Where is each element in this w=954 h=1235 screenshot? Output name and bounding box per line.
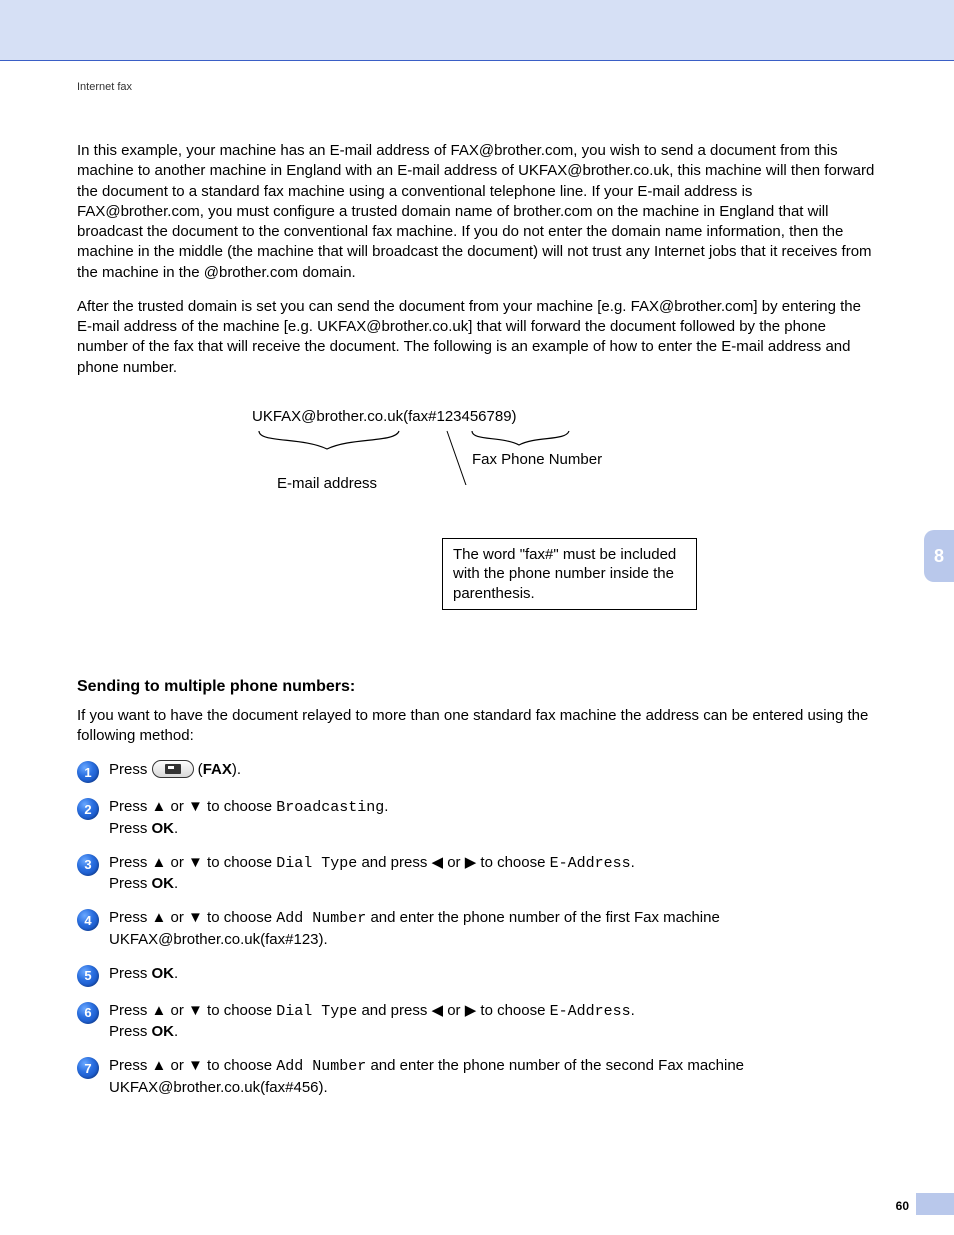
menu-item: E-Address	[550, 1003, 631, 1020]
subsection-intro: If you want to have the document relayed…	[77, 706, 877, 747]
step-body: Press ▲ or ▼ to choose Dial Type and pre…	[109, 1001, 877, 1043]
text: and press ◀ or ▶ to choose	[357, 1002, 549, 1019]
text: Press ▲ or ▼ to choose	[109, 1057, 276, 1074]
menu-item: Broadcasting	[276, 799, 384, 816]
text: ).	[232, 761, 241, 778]
ok-label: OK	[152, 875, 175, 892]
menu-item: Dial Type	[276, 1003, 357, 1020]
text: .	[174, 965, 178, 982]
page-number-tab	[916, 1193, 954, 1215]
step-badge: 4	[77, 909, 99, 931]
step-body: Press ▲ or ▼ to choose Dial Type and pre…	[109, 853, 877, 895]
text: Press	[109, 761, 152, 778]
step-3: 3 Press ▲ or ▼ to choose Dial Type and p…	[77, 853, 877, 895]
text: .	[174, 820, 178, 837]
step-2: 2 Press ▲ or ▼ to choose Broadcasting. P…	[77, 797, 877, 839]
page-content: Internet fax In this example, your machi…	[0, 61, 954, 1098]
diagram-note-box: The word "fax#" must be included with th…	[442, 538, 697, 611]
text: Press ▲ or ▼ to choose	[109, 1002, 276, 1019]
step-6: 6 Press ▲ or ▼ to choose Dial Type and p…	[77, 1001, 877, 1043]
text: Press ▲ or ▼ to choose	[109, 798, 276, 815]
text: .	[631, 1002, 635, 1019]
step-1: 1 Press (FAX).	[77, 760, 877, 783]
text: Press ▲ or ▼ to choose	[109, 854, 276, 871]
text: and press ◀ or ▶ to choose	[357, 854, 549, 871]
menu-item: Add Number	[276, 1058, 366, 1075]
text: .	[384, 798, 388, 815]
fax-button-icon	[152, 760, 194, 778]
text: Press	[109, 820, 152, 837]
header-band	[0, 0, 954, 60]
steps-list: 1 Press (FAX). 2 Press ▲ or ▼ to choose …	[77, 760, 877, 1098]
step-body: Press OK.	[109, 964, 877, 984]
diagram-label-email: E-mail address	[277, 475, 377, 492]
diagram-label-faxnum: Fax Phone Number	[472, 451, 602, 468]
paragraph-2: After the trusted domain is set you can …	[77, 297, 877, 378]
step-7: 7 Press ▲ or ▼ to choose Add Number and …	[77, 1056, 877, 1098]
step-body: Press ▲ or ▼ to choose Add Number and en…	[109, 908, 877, 950]
diagram-braces	[247, 425, 707, 451]
paragraph-1: In this example, your machine has an E-m…	[77, 141, 877, 283]
page-number: 60	[896, 1199, 909, 1213]
text: Press ▲ or ▼ to choose	[109, 909, 276, 926]
text: .	[174, 1023, 178, 1040]
step-badge: 7	[77, 1057, 99, 1079]
ok-label: OK	[152, 965, 175, 982]
text: .	[631, 854, 635, 871]
step-badge: 2	[77, 798, 99, 820]
text: Press	[109, 965, 152, 982]
section-label: Internet fax	[77, 81, 877, 93]
step-badge: 6	[77, 1002, 99, 1024]
step-body: Press (FAX).	[109, 760, 877, 780]
chapter-tab: 8	[924, 530, 954, 582]
menu-item: E-Address	[550, 855, 631, 872]
step-body: Press ▲ or ▼ to choose Add Number and en…	[109, 1056, 877, 1098]
step-body: Press ▲ or ▼ to choose Broadcasting. Pre…	[109, 797, 877, 839]
step-badge: 5	[77, 965, 99, 987]
ok-label: OK	[152, 820, 175, 837]
step-badge: 1	[77, 761, 99, 783]
ok-label: OK	[152, 1023, 175, 1040]
text: .	[174, 875, 178, 892]
menu-item: Add Number	[276, 910, 366, 927]
step-4: 4 Press ▲ or ▼ to choose Add Number and …	[77, 908, 877, 950]
address-diagram: UKFAX@brother.co.uk(fax#123456789) E-mai…	[247, 408, 707, 638]
text: Press	[109, 875, 152, 892]
step-badge: 3	[77, 854, 99, 876]
menu-item: Dial Type	[276, 855, 357, 872]
step-5: 5 Press OK.	[77, 964, 877, 987]
fax-label: FAX	[203, 761, 232, 778]
subsection-heading: Sending to multiple phone numbers:	[77, 678, 877, 696]
diagram-example-string: UKFAX@brother.co.uk(fax#123456789)	[247, 408, 707, 425]
text: Press	[109, 1023, 152, 1040]
